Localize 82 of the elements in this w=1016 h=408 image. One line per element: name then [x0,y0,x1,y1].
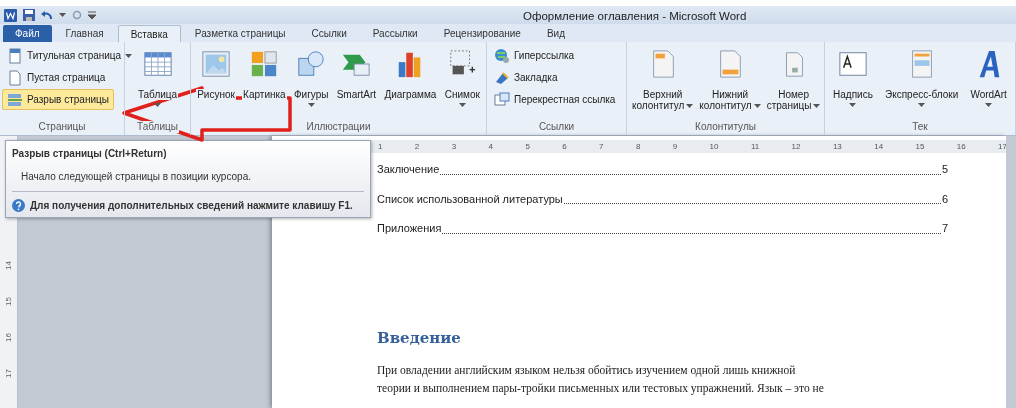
ribbon-button[interactable]: Нижний колонтитул [696,44,764,112]
ruler-number: 16 [956,140,966,153]
ribbon-button[interactable]: Снимок [441,44,483,112]
window-title: Оформление оглавления - Microsoft Word [523,9,747,24]
page-break-icon [7,91,23,108]
group-label: Тек [911,121,929,133]
ribbon-button[interactable]: Фигуры [290,44,332,112]
ruler-number: 10 [709,140,719,153]
tooltip-title: Разрыв страницы (Ctrl+Return) [12,147,168,161]
ribbon-button[interactable]: Пустая страница [2,67,111,88]
image-icon [201,49,231,79]
ribbon-tab[interactable]: Рассылки [360,25,430,42]
cross-reference-icon [494,91,510,108]
clip-art-icon [249,49,280,79]
ribbon-button[interactable]: Гиперссылка [489,45,580,66]
ruler-number: 7 [599,140,604,153]
ribbon-button[interactable]: SmartArt [333,44,380,112]
ruler-number: 14 [874,140,884,153]
ruler-number: 3 [451,140,457,153]
ruler-number: 11 [750,140,760,153]
group-label: Колонтитулы [694,121,757,133]
ruler-number: 15 [915,140,925,153]
group-label: Таблицы [136,121,179,133]
page-icon [7,47,23,64]
ruler-number: 16 [3,333,14,342]
ribbon-tab[interactable]: Ссылки [299,25,359,42]
ribbon-tab[interactable]: Рецензирование [431,25,533,42]
page-number: 7 [941,221,948,236]
tooltip-help: Для получения дополнительных сведений нажмите клавишу F1. [30,199,353,213]
ribbon-button[interactable]: Картинка [240,44,289,112]
ribbon-tab[interactable]: Разметка страницы [182,25,298,42]
tooltip-description: Начало следующей страницы в позиции курсора. [21,170,252,184]
ribbon-button[interactable]: Верхний колонтитул [629,44,697,112]
paragraph-line: При овладении английским языком нельзя обойтись изучением одной лишь книжной [377,363,797,379]
ruler-number: 5 [525,140,530,153]
toc-entry: Список использованной литературы [377,191,563,207]
ruler-number: 13 [832,140,842,153]
bookmark-icon [494,69,510,86]
ruler-number: 15 [3,297,14,306]
table-icon [142,49,173,79]
ribbon-button[interactable]: WordArt [967,44,1010,112]
ribbon-button[interactable]: Экспресс-блоки [882,44,962,112]
ruler-number: 6 [562,140,567,153]
ruler-number: 12 [791,140,801,153]
ribbon-button[interactable]: Разрыв страницы [2,89,114,110]
ruler-number: 9 [672,140,678,153]
globe-icon [494,47,510,64]
ruler-number: 1 [378,140,383,153]
save-icon[interactable] [23,9,35,21]
toc-entry: Приложения [377,221,442,236]
ribbon-tab[interactable]: Вид [534,25,577,42]
ribbon-button[interactable]: Надпись [830,44,876,112]
ruler-number: 4 [488,140,493,153]
group-label: Страницы [37,121,87,133]
ruler-number: 14 [3,261,14,270]
page-number: 6 [941,191,948,207]
ribbon-tab[interactable]: Вставка [117,25,181,42]
word-logo-icon [4,8,17,22]
ribbon-button[interactable]: Диаграмма [381,44,440,112]
group-label: Ссылки [537,121,576,133]
ribbon-tab[interactable]: Главная [53,25,116,42]
text-box-icon [837,49,868,79]
page-icon [7,69,23,86]
ruler-number: 17 [998,140,1007,153]
ribbon-tab[interactable]: Файл [3,25,52,42]
help-icon [12,199,25,212]
toc-entry: Заключение [377,162,440,177]
ribbon-button[interactable]: Закладка [489,67,563,88]
paragraph-line: теории и выполнением пары-тройки письменных или тестовых упражнений. Язык – это не [377,381,825,397]
caret-icon [59,13,66,17]
ruler-number: 17 [3,369,14,378]
page-number: 5 [941,162,948,177]
ribbon-button[interactable]: Рисунок [194,44,238,112]
heading: Введение [377,327,462,349]
ribbon-button[interactable]: Номер страницы [763,44,824,112]
undo-icon[interactable] [41,9,53,21]
group-label: Иллюстрации [305,121,372,133]
ruler-number: 2 [414,140,420,153]
ribbon-button[interactable]: Перекрестная ссылка [489,89,621,110]
customize-toolbar-icon[interactable] [88,11,96,19]
shapes-icon [296,49,327,79]
ruler-number: 8 [635,140,641,153]
